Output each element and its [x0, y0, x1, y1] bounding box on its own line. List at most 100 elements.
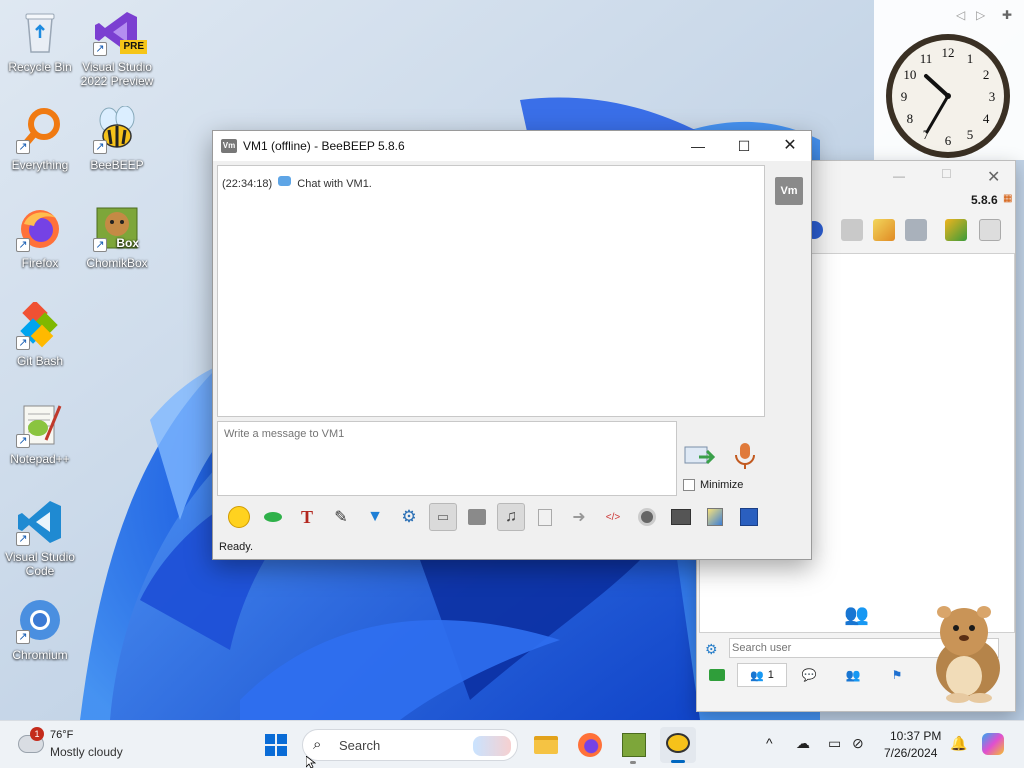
- clock-time[interactable]: 10:37 PM: [890, 729, 941, 743]
- desktop-icon-notepad-plus-plus[interactable]: ↗ Notepad++: [0, 400, 80, 466]
- main-maximize-button[interactable]: ☐: [941, 167, 952, 181]
- trash-icon[interactable]: [979, 219, 1001, 241]
- html-button[interactable]: </>: [599, 503, 627, 531]
- search-settings-icon[interactable]: ⚙: [705, 641, 718, 658]
- desktop-icon-everything[interactable]: ↗ Everything: [0, 106, 80, 172]
- font-color-button[interactable]: ✎: [327, 503, 355, 531]
- network-disconnected-icon[interactable]: ⊘: [852, 735, 864, 752]
- beebeep-app-icon: Vm: [221, 139, 237, 153]
- files-icon: ⚑: [891, 668, 903, 682]
- edit-icon[interactable]: [873, 219, 895, 241]
- gadget-next-icon[interactable]: ▷: [976, 8, 985, 22]
- desktop-icon-chromium[interactable]: ↗ Chromium: [0, 596, 80, 662]
- forward-button[interactable]: ➜: [565, 503, 593, 531]
- visual-studio-icon: PRE ↗: [93, 8, 147, 56]
- shortcut-arrow-icon: ↗: [16, 532, 30, 546]
- desktop-icon-visual-studio-2022-preview[interactable]: PRE ↗ Visual Studio 2022 Preview: [77, 8, 157, 88]
- windows-logo-icon: [265, 734, 287, 756]
- bee-taskbar-icon: [666, 733, 690, 753]
- record-button[interactable]: [633, 503, 661, 531]
- settings-button[interactable]: ⚙: [395, 503, 423, 531]
- tab-network[interactable]: [697, 663, 737, 687]
- clock-numeral: 3: [989, 89, 996, 104]
- user-avatar: Vm: [775, 177, 803, 205]
- minimize-checkbox[interactable]: [683, 479, 695, 491]
- main-minimize-button[interactable]: —: [893, 169, 905, 183]
- taskbar-chomikbox[interactable]: [620, 731, 648, 764]
- taskbar-file-explorer[interactable]: [532, 731, 560, 759]
- record-icon: [638, 508, 656, 526]
- tools-icon[interactable]: [905, 219, 927, 241]
- chat-toolbar: T ✎ ▼ ⚙ ▭ ♫ ➜ </>: [217, 499, 783, 535]
- weather-notification-badge: 1: [30, 727, 44, 741]
- message-input[interactable]: [217, 421, 677, 496]
- chat-sidebar: Vm: [769, 165, 809, 495]
- font-icon: T: [300, 506, 313, 527]
- desktop-icon-firefox[interactable]: ↗ Firefox: [0, 204, 80, 270]
- taskbar-firefox[interactable]: [576, 731, 604, 759]
- font-button[interactable]: T: [293, 503, 321, 531]
- onedrive-offline-icon[interactable]: ☁: [796, 735, 810, 752]
- voice-message-button[interactable]: [733, 441, 761, 473]
- copilot-icon[interactable]: [982, 733, 1004, 755]
- desktop-icon-git-bash[interactable]: ↗ Git Bash: [0, 300, 80, 368]
- message-text: Chat with VM1.: [297, 178, 372, 190]
- tab-files[interactable]: ⚑: [875, 663, 919, 687]
- clock-numeral: 6: [945, 133, 952, 148]
- buzz-button[interactable]: [259, 503, 287, 531]
- display-icon[interactable]: ▭: [828, 735, 841, 752]
- filter-button[interactable]: ▼: [361, 503, 389, 531]
- gadget-prev-icon[interactable]: ◁: [956, 8, 965, 22]
- desktop-icon-beebeep[interactable]: ↗ BeeBEEP: [77, 105, 157, 172]
- minimize-checkbox-row[interactable]: Minimize: [683, 479, 743, 491]
- visual-studio-label: Visual Studio 2022 Preview: [80, 60, 154, 88]
- clock-numeral: 2: [983, 67, 990, 82]
- notification-bell-icon[interactable]: 🔔: [950, 735, 967, 752]
- book-icon: [468, 509, 486, 525]
- analog-clock[interactable]: 12 1234567891011: [884, 32, 1012, 160]
- folder-icon[interactable]: [841, 219, 863, 241]
- chat-history[interactable]: (22:34:18) Chat with VM1.: [217, 165, 765, 417]
- minimize-button[interactable]: —: [675, 131, 721, 161]
- tab-chats[interactable]: 💬: [787, 663, 831, 687]
- gadget-add-icon[interactable]: ✚: [1002, 8, 1012, 22]
- notes-button[interactable]: [701, 503, 729, 531]
- windows-flag-icon: ▦: [1003, 193, 1013, 204]
- send-file-button[interactable]: [683, 443, 717, 471]
- notepad-pencil-icon: [707, 508, 723, 526]
- chats-icon: 💬: [801, 668, 817, 682]
- notepad-plus-plus-label: Notepad++: [10, 452, 70, 466]
- chat-window-titlebar[interactable]: Vm VM1 (offline) - BeeBEEP 5.8.6 — ☐ ✕: [213, 131, 811, 161]
- taskbar-search-box[interactable]: ⌕ Search: [302, 729, 518, 761]
- chomikbox-label: ChomikBox: [86, 256, 148, 270]
- book-button[interactable]: [463, 503, 491, 531]
- tab-groups[interactable]: 👥: [831, 663, 875, 687]
- clock-numeral: 10: [903, 67, 916, 82]
- save-chat-button[interactable]: [735, 503, 763, 531]
- save-as-button[interactable]: [531, 503, 559, 531]
- clock-date[interactable]: 7/26/2024: [884, 746, 937, 760]
- show-history-button[interactable]: ▭: [429, 503, 457, 531]
- show-hidden-icons-chevron-icon[interactable]: ^: [766, 735, 773, 751]
- sound-button[interactable]: ♫: [497, 503, 525, 531]
- maximize-button[interactable]: ☐: [721, 131, 767, 161]
- shortcut-arrow-icon: ↗: [16, 238, 30, 252]
- emoticons-button[interactable]: [225, 503, 253, 531]
- weather-widget[interactable]: 1 76°F Mostly cloudy: [16, 727, 166, 761]
- desktop-icon-visual-studio-code[interactable]: ↗ Visual Studio Code: [0, 498, 80, 578]
- tab-users[interactable]: 👥 1: [737, 663, 787, 687]
- shortcut-arrow-icon: ↗: [93, 42, 107, 56]
- clock-numeral: 5: [967, 127, 974, 142]
- main-close-button[interactable]: ✕: [987, 167, 1000, 187]
- search-label: Search: [339, 738, 381, 753]
- screenshot-button[interactable]: [667, 503, 695, 531]
- desktop-icon-recycle-bin[interactable]: Recycle Bin: [0, 8, 80, 74]
- firefox-icon: ↗: [16, 204, 64, 252]
- desktop-icon-chomikbox[interactable]: Box ↗ ChomikBox: [77, 204, 157, 270]
- close-button[interactable]: ✕: [767, 131, 813, 161]
- chat-window[interactable]: Vm VM1 (offline) - BeeBEEP 5.8.6 — ☐ ✕ (…: [212, 130, 812, 560]
- beebeep-label: BeeBEEP: [90, 158, 144, 172]
- start-button[interactable]: [264, 733, 288, 757]
- taskbar-beebeep[interactable]: [660, 727, 696, 763]
- plugins-icon[interactable]: [945, 219, 967, 241]
